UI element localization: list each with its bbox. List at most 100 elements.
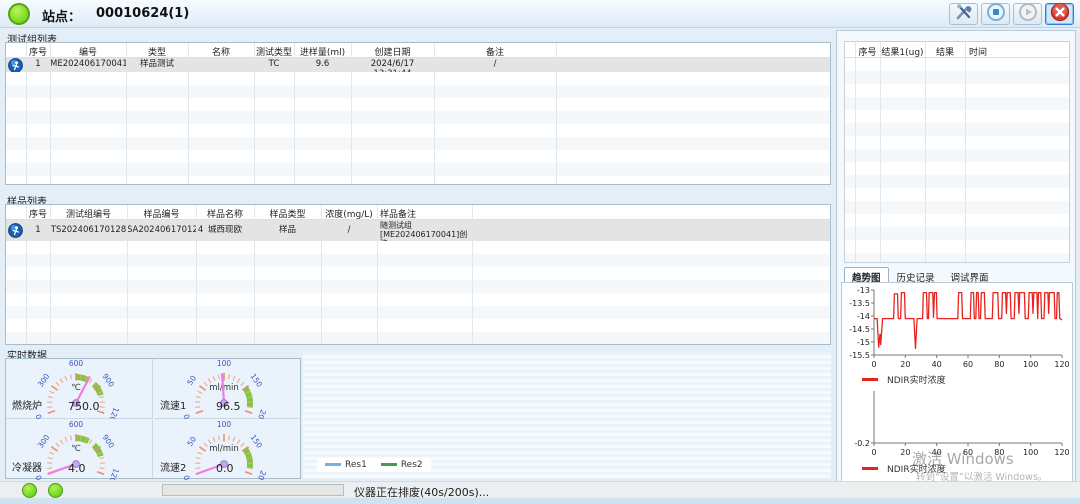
gauge-value: 4.0: [68, 462, 86, 475]
svg-text:200: 200: [254, 469, 267, 480]
col-seq: 序号: [855, 45, 880, 58]
gauge-value: 96.5: [216, 400, 241, 413]
svg-text:900: 900: [101, 433, 117, 450]
stop-button[interactable]: [981, 3, 1010, 25]
legend-item-res2: Res2: [381, 460, 423, 470]
tab-debug[interactable]: 调试界面: [943, 267, 997, 283]
start-button[interactable]: [1013, 3, 1042, 25]
col-group-code: 测试组编号: [50, 207, 127, 220]
svg-text:-14: -14: [857, 312, 870, 321]
toolbar: [949, 3, 1074, 25]
cell-type: 样品测试: [126, 60, 188, 70]
svg-text:100: 100: [217, 420, 232, 429]
cell-volume: 9.6: [294, 60, 351, 70]
svg-text:100: 100: [217, 359, 232, 368]
gauge-cell: 03006009001200℃ 燃烧炉 750.0: [6, 359, 153, 419]
svg-text:0: 0: [871, 448, 876, 457]
empty-rows: [6, 72, 830, 184]
user-globe-icon: [8, 58, 23, 73]
cell-sample-type: 样品: [254, 226, 321, 236]
svg-text:40: 40: [932, 360, 942, 369]
svg-text:300: 300: [36, 372, 52, 389]
play-icon: [1018, 2, 1038, 26]
cell-code: ME202406170041: [50, 60, 126, 70]
col-conc: 浓度(mg/L): [321, 207, 377, 220]
svg-text:100: 100: [1023, 448, 1038, 457]
status-bar: 仪器正在排废(40s/200s)...: [0, 481, 1080, 498]
svg-text:0: 0: [871, 360, 876, 369]
col-seq: 序号: [26, 45, 50, 58]
svg-text:1200: 1200: [106, 467, 121, 480]
col-code: 编号: [50, 45, 126, 58]
test-group-row[interactable]: 1 ME202406170041 样品测试 TC 9.6 2024/6/17 1…: [6, 58, 830, 72]
svg-text:100: 100: [1023, 360, 1038, 369]
windows-activation-watermark-sub: 转到“设置”以激活 Windows。: [916, 469, 1047, 483]
col-created: 创建日期: [351, 45, 434, 58]
svg-text:300: 300: [36, 433, 52, 450]
close-button[interactable]: [1045, 3, 1074, 25]
svg-text:-13: -13: [857, 286, 870, 295]
cell-group-code: TS202406170128: [50, 226, 127, 236]
ndir-line-swatch: [862, 378, 878, 381]
col-sample-name: 样品名称: [196, 207, 254, 220]
progress-bar: [162, 484, 344, 496]
cell-conc: /: [321, 226, 377, 236]
col-result1: 结果1(ug): [880, 45, 925, 58]
col-sample-remark: 样品备注: [380, 207, 466, 220]
svg-text:0: 0: [34, 474, 44, 480]
cell-seq: 1: [26, 226, 50, 236]
svg-text:600: 600: [69, 420, 84, 429]
cell-remark: /: [434, 60, 556, 70]
gauge-label: 冷凝器: [12, 459, 42, 474]
col-volume: 进样量(ml): [294, 45, 351, 58]
result-chart-legend: Res1 Res2: [317, 458, 431, 472]
svg-text:℃: ℃: [71, 444, 81, 454]
col-seq: 序号: [26, 207, 50, 220]
svg-text:20: 20: [900, 448, 910, 457]
empty-rows: [845, 58, 1069, 262]
svg-text:120: 120: [1054, 360, 1069, 369]
tab-history[interactable]: 历史记录: [889, 267, 943, 283]
svg-text:150: 150: [249, 372, 265, 389]
col-type: 类型: [126, 45, 188, 58]
cell-sample-name: 城西现欧: [196, 226, 254, 236]
title-bar: 站点： 00010624(1): [0, 0, 1080, 28]
svg-text:0: 0: [182, 474, 192, 480]
ndir-trend-chart-1: -13-13.5-14-14.5-15-15.5020406080100120: [844, 285, 1070, 371]
res2-line-swatch: [381, 463, 397, 466]
realtime-gauges: 03006009001200℃ 燃烧炉 750.0 050100150200ml…: [5, 358, 301, 479]
svg-text:900: 900: [101, 372, 117, 389]
legend-item-res1: Res1: [325, 460, 367, 470]
app-window: 站点： 00010624(1): [0, 0, 1080, 504]
connection-status-light: [8, 3, 30, 25]
test-group-table-header: 序号 编号 类型 名称 测试类型 进样量(ml) 创建日期 备注: [6, 43, 830, 58]
gauge-cell: 050100150200ml/min 流速2 0.0: [154, 420, 301, 480]
settings-button[interactable]: [949, 3, 978, 25]
svg-text:-15.5: -15.5: [849, 351, 870, 360]
tab-trend[interactable]: 趋势图: [844, 267, 889, 283]
gauge-value: 750.0: [68, 400, 100, 413]
col-time: 时间: [969, 45, 1009, 58]
results-table-header: 序号 结果1(ug) 结果2(ug) 时间: [845, 42, 1069, 58]
gauge-label: 流速2: [160, 459, 186, 474]
svg-text:120: 120: [1054, 448, 1069, 457]
sample-row[interactable]: 1 TS202406170128 SA202406170124 城西现欧 样品 …: [6, 220, 830, 241]
result-chart-area: Res1 Res2: [303, 352, 831, 478]
cell-seq: 1: [26, 60, 50, 70]
station-label: 站点：: [42, 6, 81, 25]
svg-text:50: 50: [185, 374, 198, 387]
svg-text:-15: -15: [857, 338, 870, 347]
res1-line-swatch: [325, 463, 341, 466]
ndir-line-swatch: [862, 467, 878, 470]
cell-sample-code: SA202406170124: [127, 226, 196, 236]
svg-text:-0.2: -0.2: [854, 439, 870, 448]
status-indicator-2: [48, 483, 63, 498]
empty-rows: [6, 241, 830, 344]
trend-tabbar: 趋势图 历史记录 调试界面: [844, 267, 997, 283]
test-group-table: 序号 编号 类型 名称 测试类型 进样量(ml) 创建日期 备注: [5, 42, 831, 185]
right-panel: 序号 结果1(ug) 结果2(ug) 时间 趋势图 历史记录 调试界面 -13 -…: [836, 30, 1076, 500]
svg-text:0: 0: [34, 413, 44, 419]
gauge-cell: 050100150200ml/min 流速1 96.5: [154, 359, 301, 419]
col-remark: 备注: [434, 45, 556, 58]
results-table: 序号 结果1(ug) 结果2(ug) 时间: [844, 41, 1070, 263]
